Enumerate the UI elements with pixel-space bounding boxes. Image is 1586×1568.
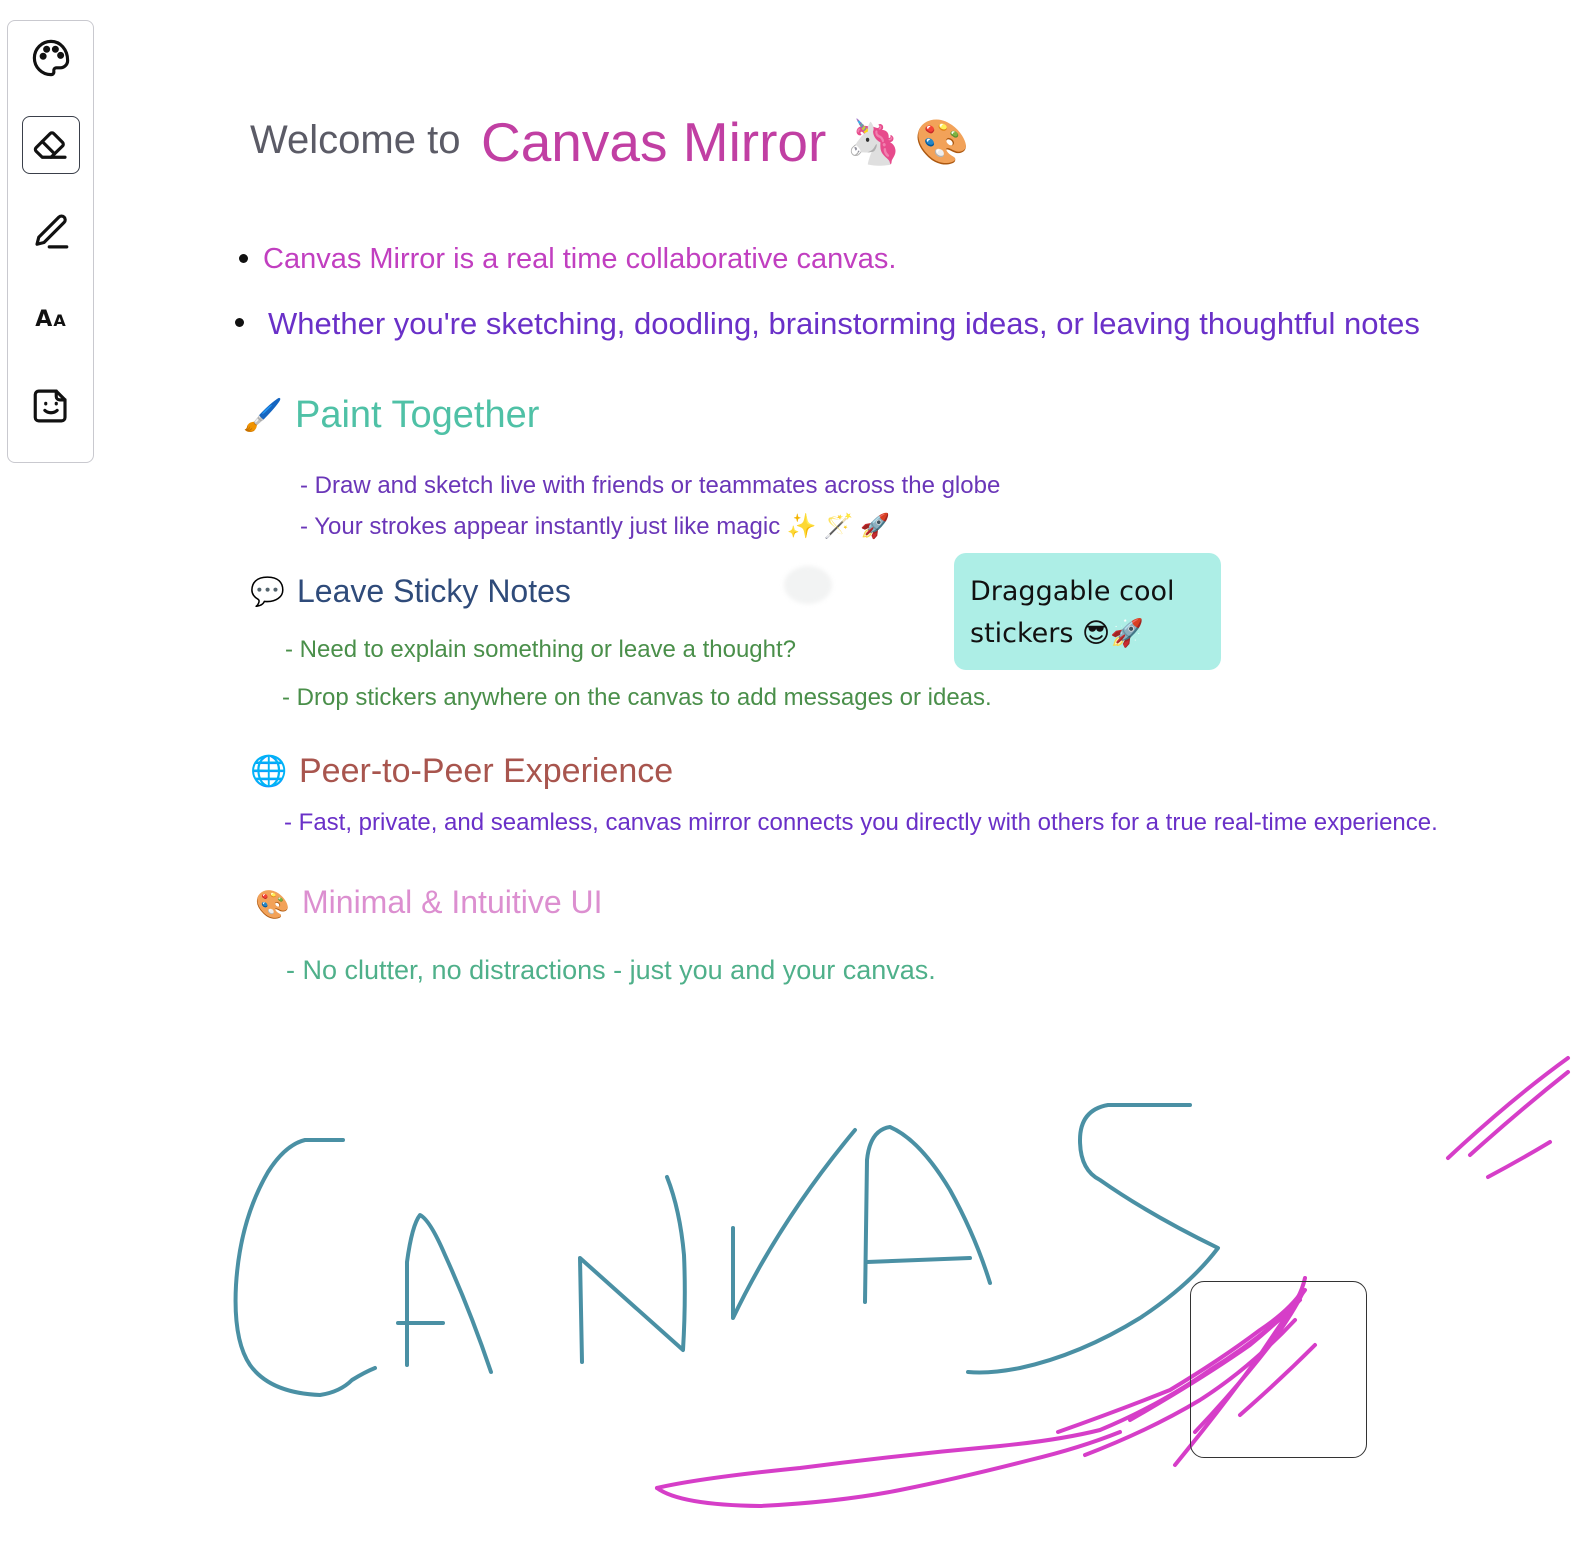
stroke-letter-a1 — [405, 1213, 493, 1374]
stroke-letter-v — [731, 1128, 857, 1320]
stroke-letter-a2 — [863, 1125, 992, 1304]
stroke-scribble-10 — [1468, 1070, 1570, 1157]
stroke-letter-n — [578, 1175, 687, 1364]
teal-canvas-word-strokes — [233, 1103, 1220, 1397]
selection-box[interactable] — [1190, 1281, 1367, 1458]
stroke-letter-c — [233, 1138, 377, 1397]
stroke-letter-a2-bar — [865, 1256, 972, 1264]
magenta-scribble-strokes — [655, 1056, 1570, 1508]
stroke-scribble-2 — [655, 1430, 1122, 1508]
stroke-scribble-11 — [1486, 1140, 1552, 1179]
stroke-letter-s — [966, 1103, 1220, 1375]
canvas-page[interactable]: AA Welcome to Canvas Mirror 🦄 🎨 Canvas M… — [0, 0, 1586, 1568]
